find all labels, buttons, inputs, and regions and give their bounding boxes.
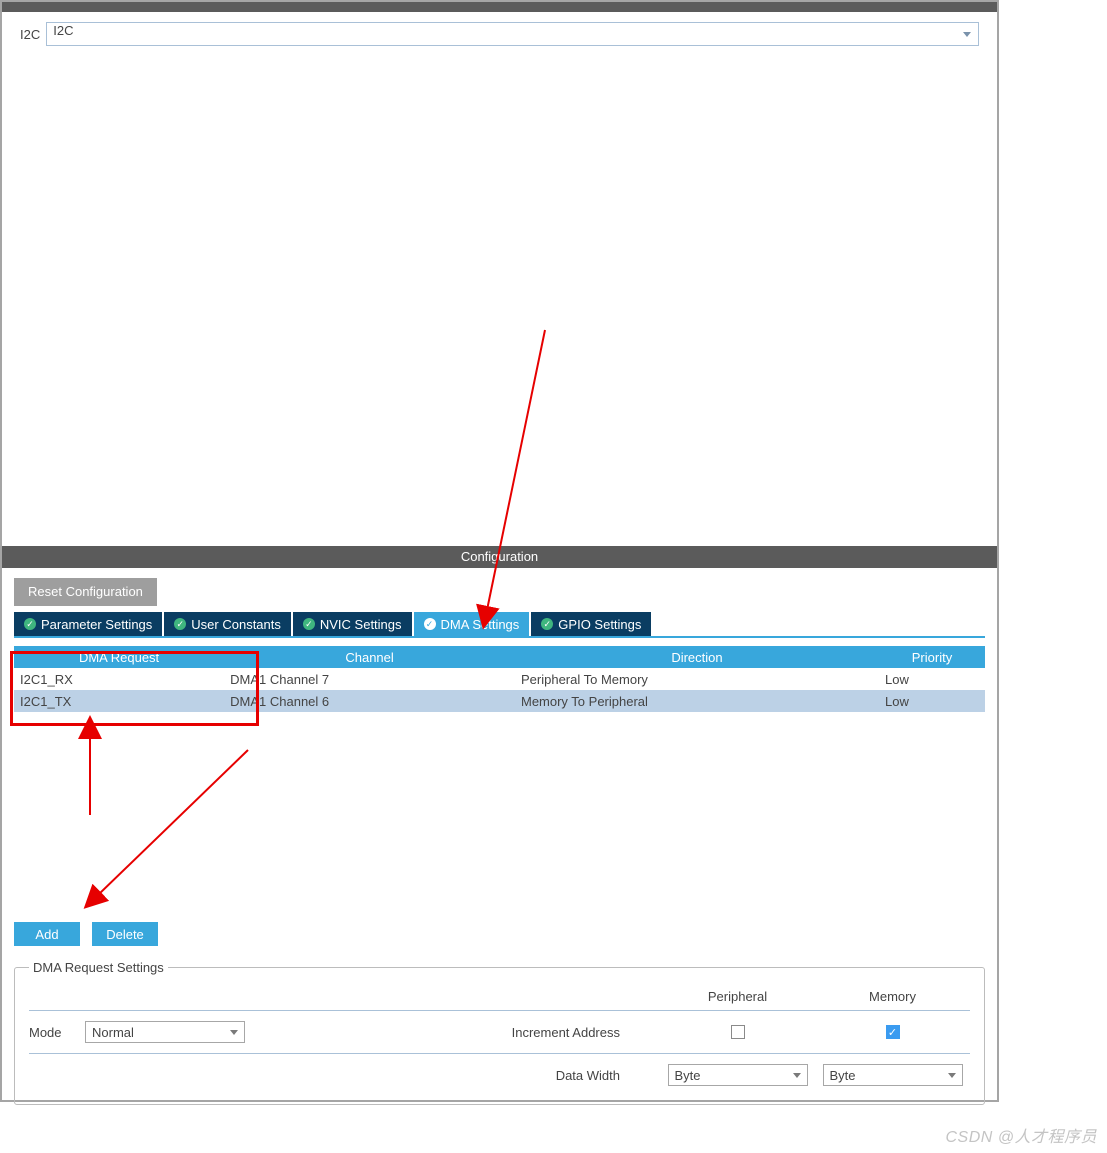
peripheral-width-select[interactable]: Byte	[668, 1064, 808, 1086]
cell-channel: DMA1 Channel 7	[224, 668, 515, 690]
data-width-label: Data Width	[245, 1068, 660, 1083]
config-window: I2C I2C Configuration Reset Configuratio…	[0, 0, 999, 1102]
memory-increment-checkbox[interactable]: ✓	[886, 1025, 900, 1039]
mode-select-value: I2C	[53, 23, 73, 38]
table-row[interactable]: I2C1_TX DMA1 Channel 6 Memory To Periphe…	[14, 690, 985, 712]
memory-label: Memory	[815, 989, 970, 1004]
th-direction[interactable]: Direction	[515, 646, 879, 668]
data-width-row: Data Width Byte Byte	[29, 1054, 970, 1096]
th-dma-request[interactable]: DMA Request	[14, 646, 224, 668]
delete-button[interactable]: Delete	[92, 922, 158, 946]
peripheral-label: Peripheral	[660, 989, 815, 1004]
th-channel[interactable]: Channel	[224, 646, 515, 668]
cell-request: I2C1_RX	[14, 668, 224, 690]
tab-nvic-settings[interactable]: ✓ NVIC Settings	[293, 612, 412, 636]
dma-request-settings: DMA Request Settings Peripheral Memory M…	[14, 960, 985, 1105]
tab-label: User Constants	[191, 617, 281, 632]
th-priority[interactable]: Priority	[879, 646, 985, 668]
check-icon: ✓	[424, 618, 436, 630]
memory-width-select[interactable]: Byte	[823, 1064, 963, 1086]
configuration-title: Configuration	[2, 546, 997, 568]
mode-increment-row: Mode Normal Increment Address ✓	[29, 1011, 970, 1054]
increment-address-label: Increment Address	[245, 1025, 660, 1040]
mode-select[interactable]: Normal	[85, 1021, 245, 1043]
cell-priority: Low	[879, 690, 985, 712]
mode-field-label: Mode	[29, 1025, 85, 1040]
check-icon: ✓	[24, 618, 36, 630]
top-gray-bar	[2, 2, 997, 12]
check-icon: ✓	[303, 618, 315, 630]
tab-gpio-settings[interactable]: ✓ GPIO Settings	[531, 612, 651, 636]
settings-legend: DMA Request Settings	[29, 960, 168, 975]
tab-label: Parameter Settings	[41, 617, 152, 632]
cell-channel: DMA1 Channel 6	[224, 690, 515, 712]
mode-select[interactable]: I2C	[46, 22, 979, 46]
empty-area	[2, 56, 997, 546]
mode-row: I2C I2C	[2, 12, 997, 56]
table-row[interactable]: I2C1_RX DMA1 Channel 7 Peripheral To Mem…	[14, 668, 985, 690]
tabs-bar: ✓ Parameter Settings ✓ User Constants ✓ NVI…	[14, 612, 985, 638]
cell-direction: Memory To Peripheral	[515, 690, 879, 712]
add-button[interactable]: Add	[14, 922, 80, 946]
cell-priority: Low	[879, 668, 985, 690]
mode-label: I2C	[20, 27, 40, 42]
tab-label: GPIO Settings	[558, 617, 641, 632]
tab-label: DMA Settings	[441, 617, 520, 632]
tab-label: NVIC Settings	[320, 617, 402, 632]
cell-direction: Peripheral To Memory	[515, 668, 879, 690]
tab-user-constants[interactable]: ✓ User Constants	[164, 612, 291, 636]
peripheral-increment-checkbox[interactable]	[731, 1025, 745, 1039]
reset-configuration-button[interactable]: Reset Configuration	[14, 578, 157, 606]
check-icon: ✓	[174, 618, 186, 630]
settings-header-row: Peripheral Memory	[29, 989, 970, 1011]
tab-parameter-settings[interactable]: ✓ Parameter Settings	[14, 612, 162, 636]
dma-table: DMA Request Channel Direction Priority I…	[14, 646, 985, 712]
watermark: CSDN @人才程序员	[945, 1123, 1097, 1147]
cell-request: I2C1_TX	[14, 690, 224, 712]
tab-dma-settings[interactable]: ✓ DMA Settings	[414, 612, 530, 636]
add-delete-row: Add Delete	[14, 922, 985, 946]
check-icon: ✓	[541, 618, 553, 630]
config-body: Reset Configuration ✓ Parameter Settings …	[2, 568, 997, 1115]
